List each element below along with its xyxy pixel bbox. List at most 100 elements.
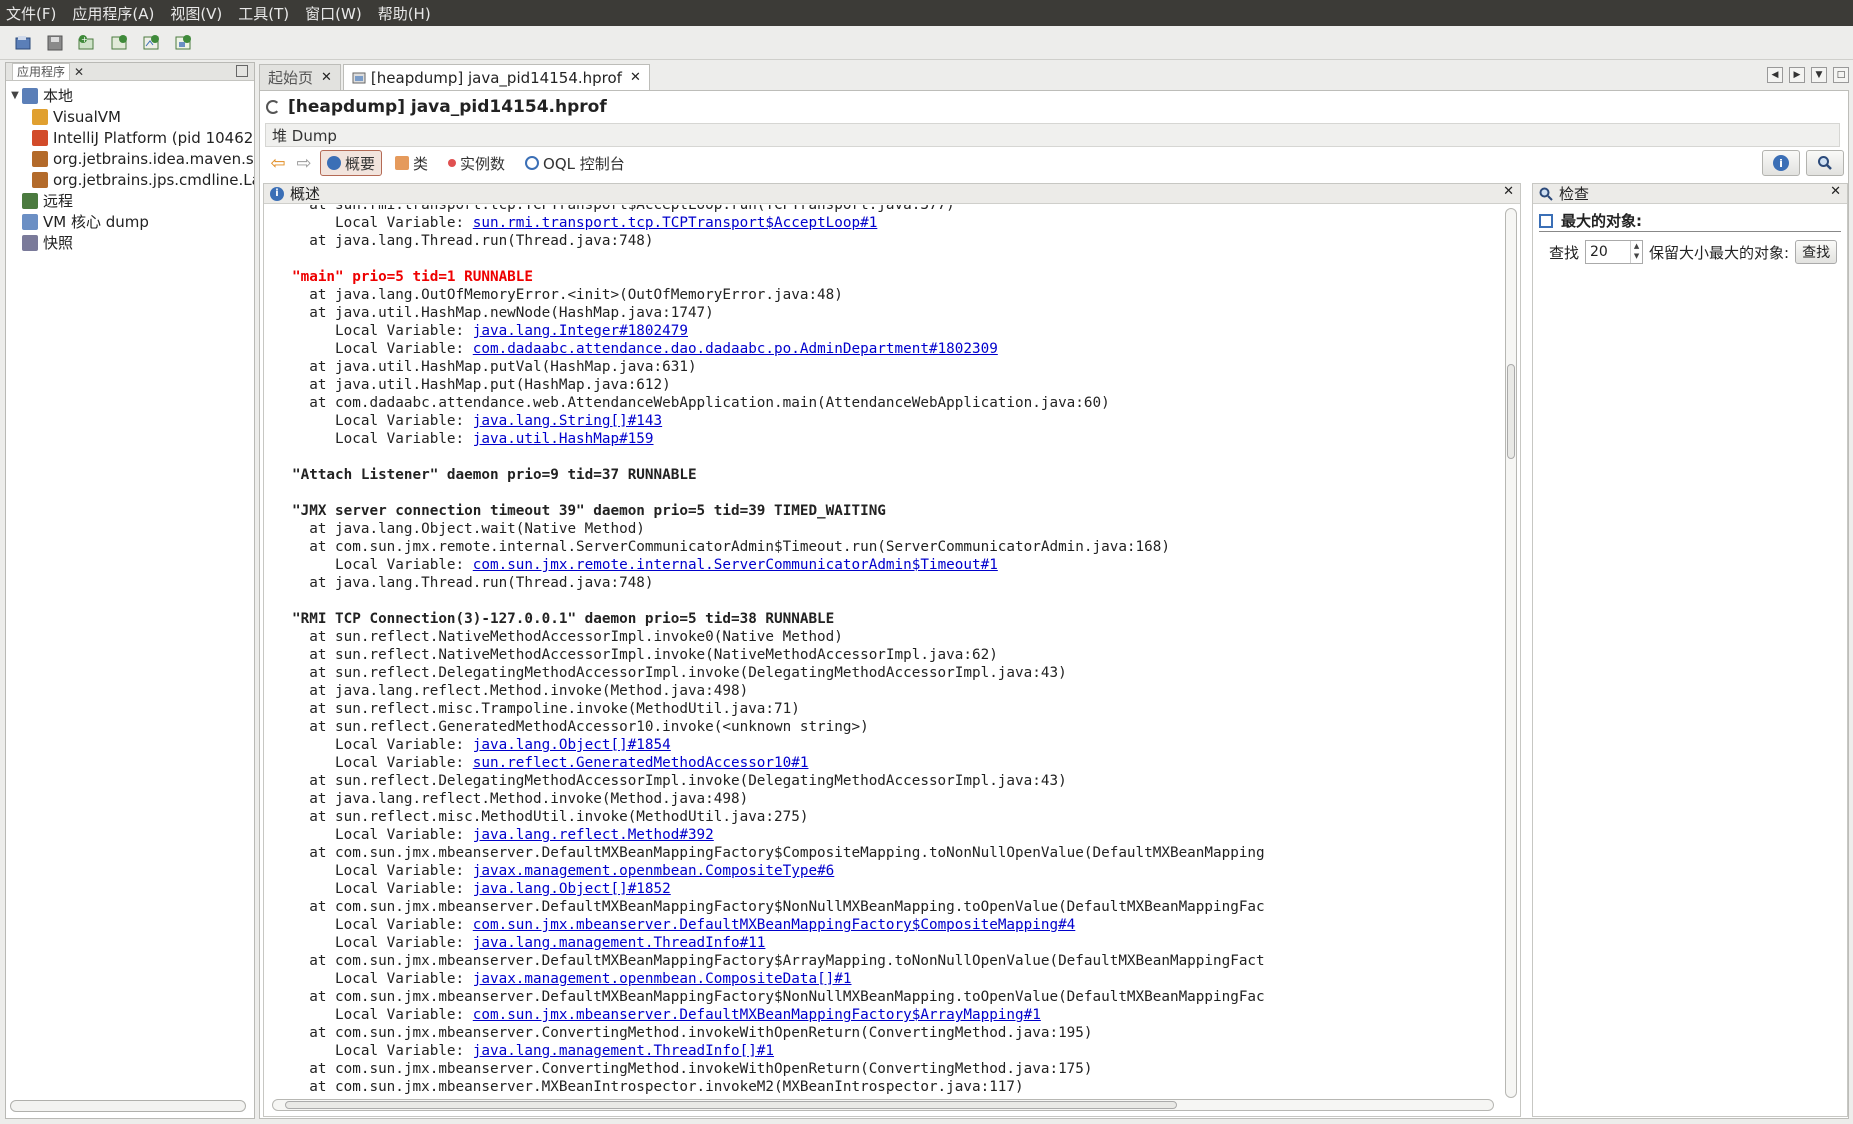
tab-navigation: ◀ ▶ ▼ □ [1767,67,1849,83]
add-jmx-icon[interactable]: + [76,32,98,54]
view-instances-button[interactable]: 实例数 [441,150,512,176]
tree-node[interactable]: IntelliJ Platform (pid 10462) [6,127,254,148]
object-link[interactable]: java.lang.management.ThreadInfo#11 [473,935,766,951]
menu-item[interactable]: 应用程序(A) [72,3,154,24]
stack-line-text: at java.lang.Thread.run(Thread.java:748) [292,575,654,591]
tree-node[interactable]: 快照 [6,232,254,253]
menu-item[interactable]: 文件(F) [6,3,56,24]
stack-line-text: at java.lang.Thread.run(Thread.java:748) [292,233,654,249]
expand-arrow-icon[interactable]: ▼ [8,90,22,101]
stack-line-text: at sun.reflect.misc.MethodUtil.invoke(Me… [292,809,809,825]
stack-line-text: Local Variable: [292,827,473,843]
back-arrow-icon[interactable]: ⇦ [268,153,288,174]
close-icon[interactable]: ✕ [630,70,641,85]
stack-line: Local Variable: sun.reflect.GeneratedMet… [292,754,1265,772]
applications-tab[interactable]: 应用程序 [12,63,71,80]
minimize-icon[interactable] [236,65,248,77]
snapshot-icon [22,234,38,251]
view-oql-button[interactable]: OQL 控制台 [518,150,632,176]
stack-line: Local Variable: java.lang.Object[]#1854 [292,736,1265,754]
stack-line-text: at com.sun.jmx.remote.internal.ServerCom… [292,539,1170,555]
object-link[interactable]: javax.management.openmbean.CompositeData… [473,971,852,987]
tree-node[interactable]: org.jetbrains.jps.cmdline.Launcher [6,169,254,190]
object-link[interactable]: com.sun.jmx.mbeanserver.DefaultMXBeanMap… [473,917,1076,933]
stack-line: at sun.reflect.misc.Trampoline.invoke(Me… [292,700,1265,718]
menu-item[interactable]: 窗口(W) [305,3,362,24]
tree-node[interactable]: VM 核心 dump [6,211,254,232]
info-button[interactable]: i [1762,150,1800,176]
object-link[interactable]: java.lang.String[]#143 [473,413,662,429]
tab-heapdump[interactable]: [heapdump] java_pid14154.hprof ✕ [342,64,650,90]
view-label: 概要 [345,154,376,173]
add-coredump-icon[interactable] [172,32,194,54]
stack-line-text: at com.dadaabc.attendance.web.Attendance… [292,395,1110,411]
java-icon [32,171,48,188]
menu-item[interactable]: 视图(V) [170,3,222,24]
stack-line: at sun.reflect.misc.MethodUtil.invoke(Me… [292,808,1265,826]
close-icon[interactable]: ✕ [321,70,332,85]
object-link[interactable]: java.lang.management.ThreadInfo[]#1 [473,1043,774,1059]
stepper-arrows-icon[interactable]: ▲ ▼ [1630,241,1642,263]
object-link[interactable]: java.lang.Object[]#1852 [473,881,671,897]
stack-line: at java.lang.OutOfMemoryError.<init>(Out… [292,286,1265,304]
close-icon[interactable]: ✕ [1830,184,1841,199]
svg-text:+: + [81,35,88,44]
vertical-scrollbar[interactable] [1505,208,1517,1098]
tab-list-icon[interactable]: ▼ [1811,67,1827,83]
stack-line [292,250,1265,268]
open-icon[interactable] [12,32,34,54]
find-count-stepper[interactable]: 20 ▲ ▼ [1585,240,1644,264]
menu-item[interactable]: 工具(T) [238,3,289,24]
stack-line-text: Local Variable: [292,413,473,429]
stack-line: at com.sun.jmx.mbeanserver.ConvertingMet… [292,1060,1265,1078]
loading-spinner-icon [266,100,280,114]
object-link[interactable]: java.lang.Object[]#1854 [473,737,671,753]
scrollbar-thumb[interactable] [1507,364,1515,459]
scrollbar-thumb[interactable] [285,1101,1177,1109]
tab-start-page[interactable]: 起始页 ✕ [259,64,341,90]
horizontal-scrollbar[interactable] [10,1100,246,1112]
stack-line-text: at com.sun.jmx.mbeanserver.DefaultMXBean… [292,845,1265,861]
view-summary-button[interactable]: 概要 [320,150,383,176]
object-link[interactable]: java.lang.reflect.Method#392 [473,827,714,843]
object-link[interactable]: com.dadaabc.attendance.dao.dadaabc.po.Ad… [473,341,998,357]
save-icon[interactable] [44,32,66,54]
stack-line: "main" prio=5 tid=1 RUNNABLE [292,268,1265,286]
stack-line: at sun.reflect.NativeMethodAccessorImpl.… [292,628,1265,646]
forward-arrow-icon[interactable]: ⇨ [294,153,314,174]
maximize-icon[interactable]: □ [1833,67,1849,83]
object-link[interactable]: javax.management.openmbean.CompositeType… [473,863,835,879]
object-link[interactable]: sun.reflect.GeneratedMethodAccessor10#1 [473,755,809,771]
scroll-left-icon[interactable]: ◀ [1767,67,1783,83]
stack-line: Local Variable: java.lang.management.Thr… [292,1042,1265,1060]
add-remote-host-icon[interactable] [108,32,130,54]
object-link[interactable]: java.lang.Integer#1802479 [473,323,688,339]
close-icon[interactable]: ✕ [74,65,84,79]
tree-node[interactable]: 远程 [6,190,254,211]
java-icon [32,150,48,167]
object-link[interactable]: com.sun.jmx.mbeanserver.DefaultMXBeanMap… [473,1007,1041,1023]
stack-line: Local Variable: com.sun.jmx.mbeanserver.… [292,1006,1265,1024]
stack-line-text: Local Variable: [292,1007,473,1023]
stack-line: at java.lang.Thread.run(Thread.java:748) [292,574,1265,592]
object-link[interactable]: sun.rmi.transport.tcp.TCPTransport$Accep… [473,215,878,231]
find-button[interactable]: 查找 [1795,240,1838,264]
add-snapshot-icon[interactable] [140,32,162,54]
stack-line-text: at java.lang.reflect.Method.invoke(Metho… [292,791,749,807]
search-button[interactable] [1806,150,1844,176]
horizontal-scrollbar[interactable] [272,1099,1494,1111]
stack-line-text: at com.sun.jmx.mbeanserver.DefaultMXBean… [292,989,1265,1005]
tree-node[interactable]: ▼ 本地 [6,85,254,106]
tree-node[interactable]: VisualVM [6,106,254,127]
view-classes-button[interactable]: 类 [388,150,435,176]
stack-line-text: at java.lang.OutOfMemoryError.<init>(Out… [292,287,843,303]
object-link[interactable]: java.util.HashMap#159 [473,431,654,447]
object-link[interactable]: com.sun.jmx.remote.internal.ServerCommun… [473,557,998,573]
scroll-right-icon[interactable]: ▶ [1789,67,1805,83]
stack-line-text: at com.sun.jmx.mbeanserver.ConvertingMet… [292,1025,1093,1041]
menu-item[interactable]: 帮助(H) [378,3,431,24]
tree-node[interactable]: org.jetbrains.idea.maven.server [6,148,254,169]
stack-line: at java.lang.Thread.run(Thread.java:748) [292,232,1265,250]
close-icon[interactable]: ✕ [1503,184,1514,199]
stack-line-text: "main" prio=5 tid=1 RUNNABLE [292,269,534,285]
